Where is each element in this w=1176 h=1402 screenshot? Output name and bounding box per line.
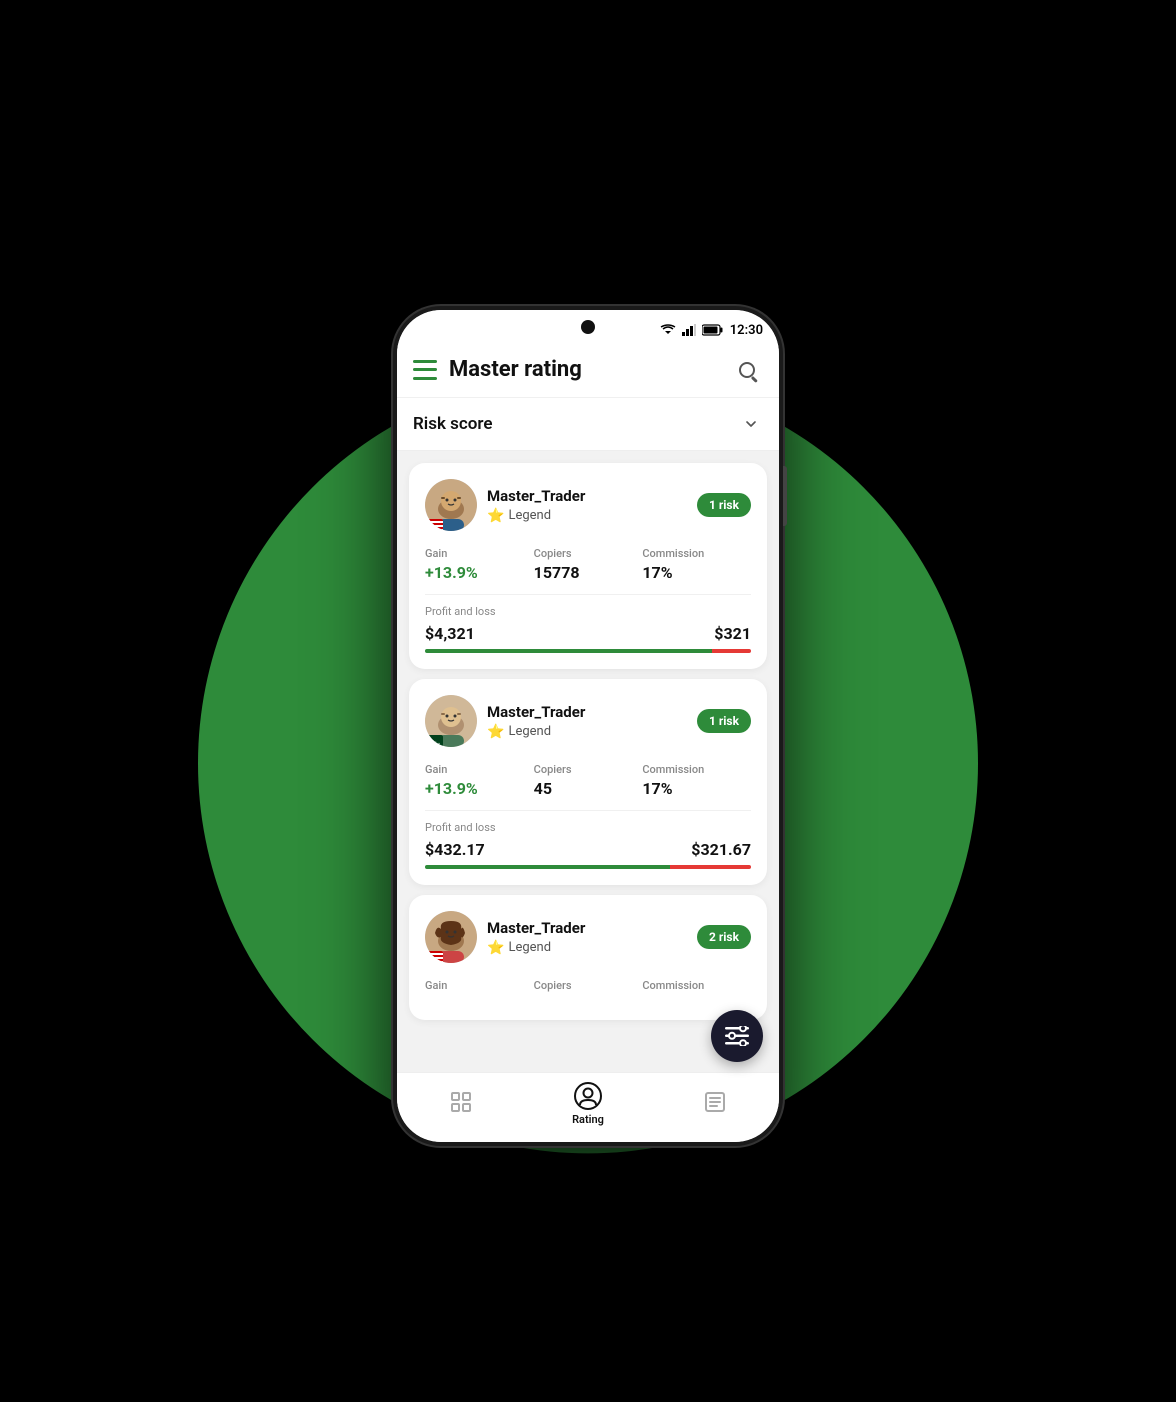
nav-item-rating-label: Rating <box>572 1113 604 1126</box>
search-button[interactable] <box>731 354 763 386</box>
pnl-bar <box>425 865 751 869</box>
filter-icon <box>725 1026 749 1046</box>
battery-icon <box>702 324 724 336</box>
gain-stat: Gain +13.9% <box>425 547 534 582</box>
fab-filter-button[interactable] <box>711 1010 763 1062</box>
copiers-stat: Copiers 45 <box>534 763 643 798</box>
bottom-nav: Rating <box>397 1072 779 1142</box>
status-time: 12:30 <box>730 323 763 338</box>
pnl-bar-green <box>425 649 712 653</box>
risk-badge: 1 risk <box>697 493 751 517</box>
grid-icon <box>447 1088 475 1116</box>
trader-card[interactable]: Master_Trader ⭐ Legend 2 risk Gain <box>409 895 767 1020</box>
wifi-icon <box>660 324 676 336</box>
list-icon <box>701 1088 729 1116</box>
trader-info: Master_Trader ⭐ Legend <box>487 487 697 524</box>
flag-badge <box>425 519 443 531</box>
pnl-values: $432.17 $321.67 <box>425 840 751 859</box>
nav-item-list[interactable] <box>652 1088 779 1119</box>
risk-badge: 2 risk <box>697 925 751 949</box>
pnl-bar <box>425 649 751 653</box>
avatar <box>425 911 477 963</box>
content-scroll: Master_Trader ⭐ Legend 1 risk Gain +13.9… <box>397 451 779 1072</box>
trader-card[interactable]: Master_Trader ⭐ Legend 1 risk Gain +13.9… <box>409 679 767 885</box>
star-icon: ⭐ <box>487 940 504 956</box>
page-title: Master rating <box>449 357 731 382</box>
avatar <box>425 479 477 531</box>
trader-rank: ⭐ Legend <box>487 724 697 740</box>
gain-stat: Gain <box>425 979 534 992</box>
commission-stat: Commission 17% <box>642 547 751 582</box>
trader-name: Master_Trader <box>487 919 697 937</box>
nav-item-grid[interactable] <box>397 1088 524 1119</box>
nav-item-rating[interactable]: Rating <box>524 1082 651 1126</box>
pnl-bar-red <box>670 865 752 869</box>
status-bar: 12:30 <box>397 310 779 342</box>
star-icon: ⭐ <box>487 724 504 740</box>
flag-badge <box>425 951 443 963</box>
trader-name: Master_Trader <box>487 487 697 505</box>
top-nav: Master rating <box>397 342 779 398</box>
trader-info: Master_Trader ⭐ Legend <box>487 919 697 956</box>
commission-stat: Commission <box>642 979 751 992</box>
commission-stat: Commission 17% <box>642 763 751 798</box>
star-icon: ⭐ <box>487 508 504 524</box>
filter-section[interactable]: Risk score <box>397 398 779 451</box>
signal-icon <box>682 324 696 336</box>
trader-rank: ⭐ Legend <box>487 508 697 524</box>
copiers-stat: Copiers 15778 <box>534 547 643 582</box>
pnl-section: Profit and loss $432.17 $321.67 <box>425 810 751 869</box>
pnl-values: $4,321 $321 <box>425 624 751 643</box>
flag-badge <box>425 735 443 747</box>
stats-row: Gain +13.9% Copiers 45 Commission 17% <box>425 763 751 798</box>
trader-name: Master_Trader <box>487 703 697 721</box>
search-icon <box>739 362 755 378</box>
pnl-bar-red <box>712 649 751 653</box>
avatar <box>425 695 477 747</box>
user-circle-icon <box>574 1082 602 1110</box>
trader-rank: ⭐ Legend <box>487 940 697 956</box>
pnl-section: Profit and loss $4,321 $321 <box>425 594 751 653</box>
stats-row: Gain +13.9% Copiers 15778 Commission 17% <box>425 547 751 582</box>
menu-button[interactable] <box>413 360 437 380</box>
stats-row: Gain Copiers Commission <box>425 979 751 992</box>
risk-badge: 1 risk <box>697 709 751 733</box>
chevron-down-icon[interactable] <box>739 412 763 436</box>
gain-stat: Gain +13.9% <box>425 763 534 798</box>
pnl-bar-green <box>425 865 670 869</box>
copiers-stat: Copiers <box>534 979 643 992</box>
filter-label: Risk score <box>413 414 493 434</box>
trader-info: Master_Trader ⭐ Legend <box>487 703 697 740</box>
phone-frame: 12:30 Master rating Risk score <box>393 306 783 1146</box>
trader-card[interactable]: Master_Trader ⭐ Legend 1 risk Gain +13.9… <box>409 463 767 669</box>
